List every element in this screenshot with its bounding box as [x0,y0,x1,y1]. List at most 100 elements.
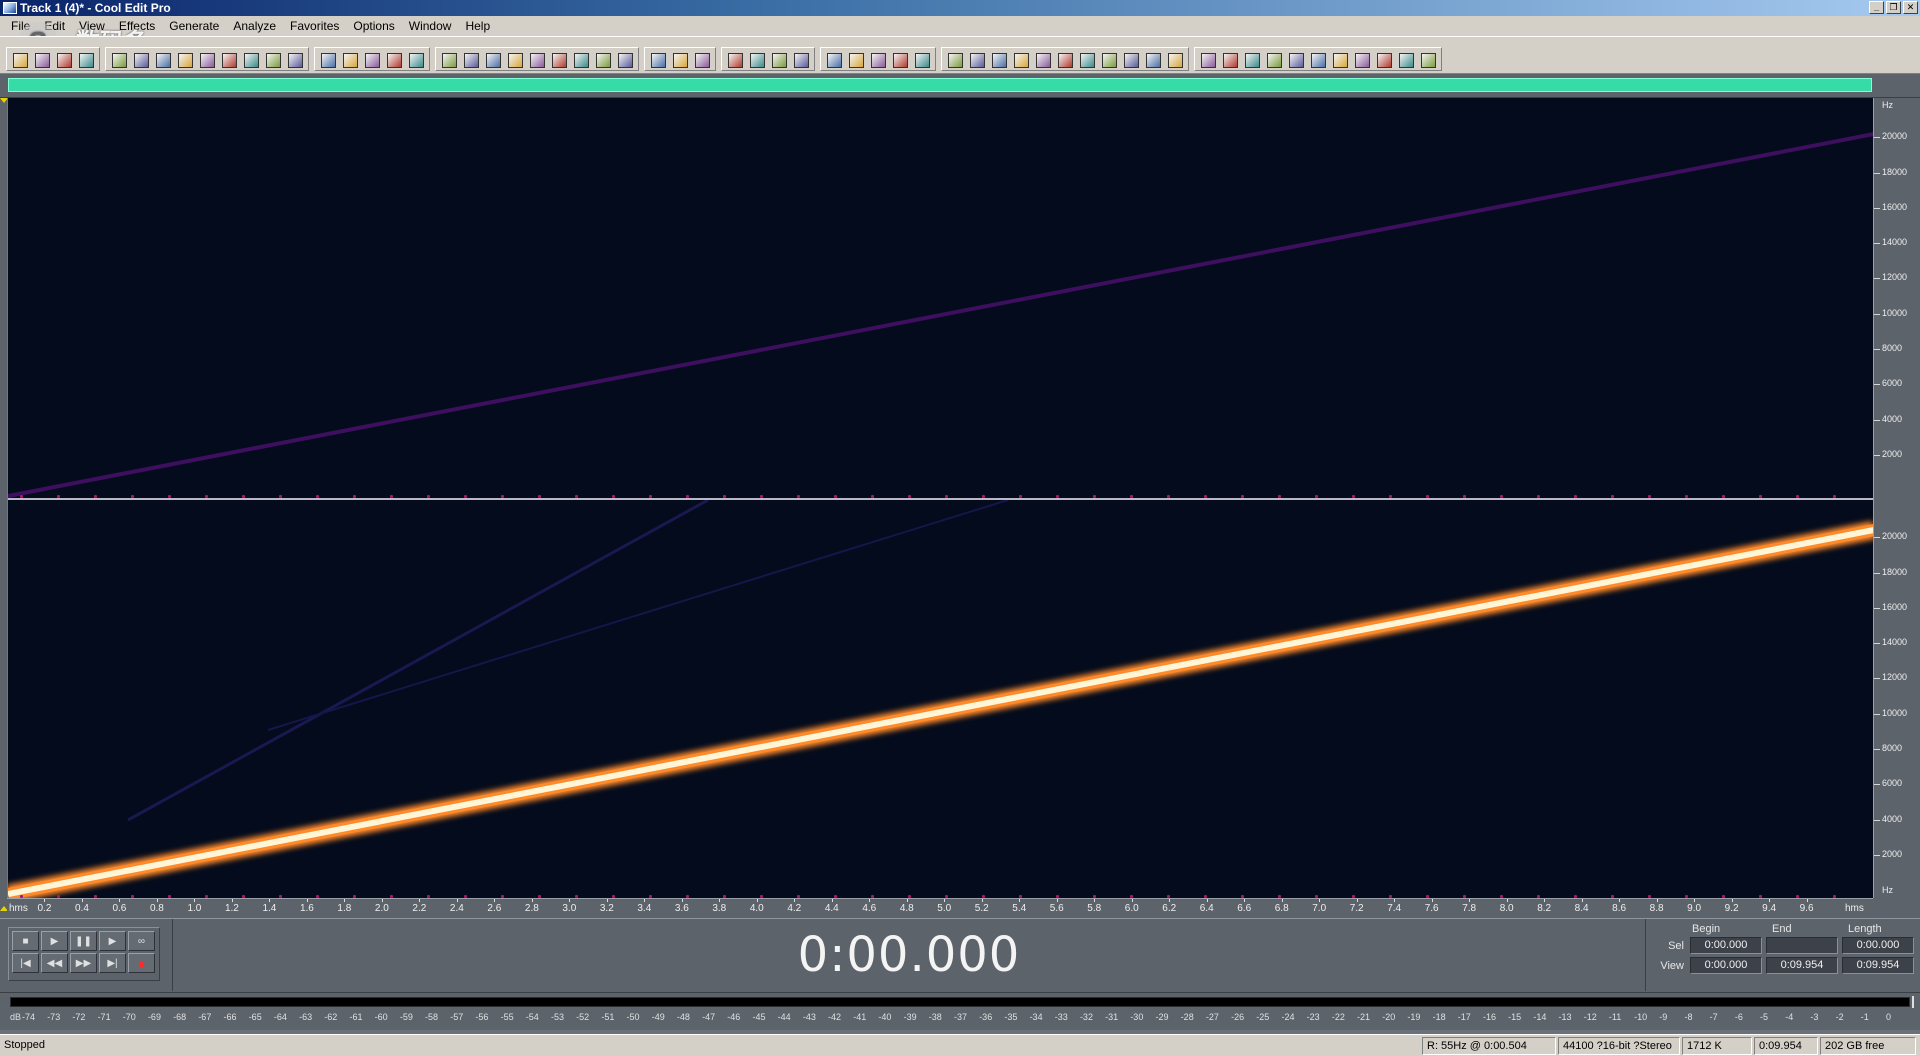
view-length-field[interactable]: 0:09.954 [1842,957,1914,974]
toolbar-button-33[interactable] [768,49,790,71]
sel-end-field[interactable] [1766,937,1838,954]
toolbar-button-46[interactable] [1076,49,1098,71]
toolbar-button-37[interactable] [867,49,889,71]
toolbar-button-28[interactable] [647,49,669,71]
app-icon[interactable] [3,2,17,14]
toolbar-button-23[interactable] [526,49,548,71]
restore-button[interactable]: ❐ [1886,1,1901,14]
toolbar-button-9[interactable] [196,49,218,71]
toolbar-button-41[interactable] [966,49,988,71]
menu-view[interactable]: View [72,17,112,35]
toolbar-button-17[interactable] [383,49,405,71]
toolbar-button-27[interactable] [614,49,636,71]
sel-length-field[interactable]: 0:00.000 [1842,937,1914,954]
menu-favorites[interactable]: Favorites [283,17,346,35]
toolbar-button-35[interactable] [823,49,845,71]
toolbar-button-4[interactable] [75,49,97,71]
overview-bar[interactable] [0,74,1920,98]
menu-window[interactable]: Window [402,17,459,35]
toolbar-button-38[interactable] [889,49,911,71]
toolbar-button-53[interactable] [1241,49,1263,71]
toolbar-button-42[interactable] [988,49,1010,71]
menu-help[interactable]: Help [458,17,497,35]
toolbar-button-11[interactable] [240,49,262,71]
record-button[interactable]: ● [128,953,155,973]
toolbar-button-6[interactable] [130,49,152,71]
toolbar-button-7[interactable] [152,49,174,71]
toolbar-button-25[interactable] [570,49,592,71]
toolbar-button-56[interactable] [1307,49,1329,71]
toolbar-button-45[interactable] [1054,49,1076,71]
view-begin-field[interactable]: 0:00.000 [1690,957,1762,974]
stop-button[interactable]: ■ [12,931,39,951]
menu-analyze[interactable]: Analyze [226,17,283,35]
toolbar-button-18[interactable] [405,49,427,71]
view-range-indicator[interactable] [8,78,1872,92]
toolbar-button-47[interactable] [1098,49,1120,71]
toolbar-button-58[interactable] [1351,49,1373,71]
spectral-view[interactable] [7,98,1874,898]
play-to-end-button[interactable]: ▶ [99,931,126,951]
toolbar-button-39[interactable] [911,49,933,71]
toolbar-button-3[interactable] [53,49,75,71]
fast-forward-button[interactable]: ▶▶ [70,953,97,973]
toolbar-button-59[interactable] [1373,49,1395,71]
toolbar-button-43[interactable] [1010,49,1032,71]
toolbar-button-15[interactable] [339,49,361,71]
menu-effects[interactable]: Effects [112,17,162,35]
toolbar-button-54[interactable] [1263,49,1285,71]
toolbar-button-16[interactable] [361,49,383,71]
toolbar-button-1[interactable] [9,49,31,71]
toolbar-button-20[interactable] [460,49,482,71]
toolbar-button-61[interactable] [1417,49,1439,71]
view-end-field[interactable]: 0:09.954 [1766,957,1838,974]
minimize-button[interactable]: _ [1869,1,1884,14]
channel-left-spectrogram[interactable] [8,98,1874,498]
toolbar-button-32[interactable] [746,49,768,71]
toolbar-button-26[interactable] [592,49,614,71]
loop-button[interactable]: ∞ [128,931,155,951]
toolbar-button-57[interactable] [1329,49,1351,71]
toolbar-button-19[interactable] [438,49,460,71]
toolbar-button-51[interactable] [1197,49,1219,71]
toolbar-button-31[interactable] [724,49,746,71]
channel-right-spectrogram[interactable] [8,500,1874,898]
time-label: 2.8 [524,903,539,914]
toolbar-button-29[interactable] [669,49,691,71]
play-button[interactable]: ▶ [41,931,68,951]
toolbar-button-24[interactable] [548,49,570,71]
toolbar-button-52[interactable] [1219,49,1241,71]
toolbar-button-36[interactable] [845,49,867,71]
level-meter[interactable]: dB -74 -73 -72 -71 -70 -69 -68 -67 -66 -65 -64 -63-… [0,992,1920,1030]
toolbar-button-13[interactable] [284,49,306,71]
hz-top-tick [1874,384,1880,386]
toolbar-button-8[interactable] [174,49,196,71]
toolbar-button-10[interactable] [218,49,240,71]
toolbar-button-2[interactable] [31,49,53,71]
toolbar-button-21[interactable] [482,49,504,71]
toolbar-button-55[interactable] [1285,49,1307,71]
menu-options[interactable]: Options [346,17,401,35]
toolbar-button-44[interactable] [1032,49,1054,71]
close-button[interactable]: ✕ [1903,1,1918,14]
toolbar-button-30[interactable] [691,49,713,71]
toolbar-button-48[interactable] [1120,49,1142,71]
toolbar-button-60[interactable] [1395,49,1417,71]
time-ruler[interactable]: hms 0.2 0.4 0.6 0.8 1.0 1.2 1.4 1.6 1.8 2.0 2.2 2.4… [7,898,1873,918]
menu-generate[interactable]: Generate [162,17,226,35]
toolbar-button-50[interactable] [1164,49,1186,71]
toolbar-button-14[interactable] [317,49,339,71]
toolbar-button-12[interactable] [262,49,284,71]
toolbar-button-49[interactable] [1142,49,1164,71]
menu-edit[interactable]: Edit [37,17,72,35]
toolbar-button-40[interactable] [944,49,966,71]
toolbar-button-22[interactable] [504,49,526,71]
rewind-button[interactable]: ◀◀ [41,953,68,973]
menu-file[interactable]: File [4,17,37,35]
go-to-start-button[interactable]: |◀ [12,953,39,973]
go-to-end-button[interactable]: ▶| [99,953,126,973]
toolbar-button-34[interactable] [790,49,812,71]
toolbar-button-5[interactable] [108,49,130,71]
sel-begin-field[interactable]: 0:00.000 [1690,937,1762,954]
pause-button[interactable]: ❚❚ [70,931,97,951]
